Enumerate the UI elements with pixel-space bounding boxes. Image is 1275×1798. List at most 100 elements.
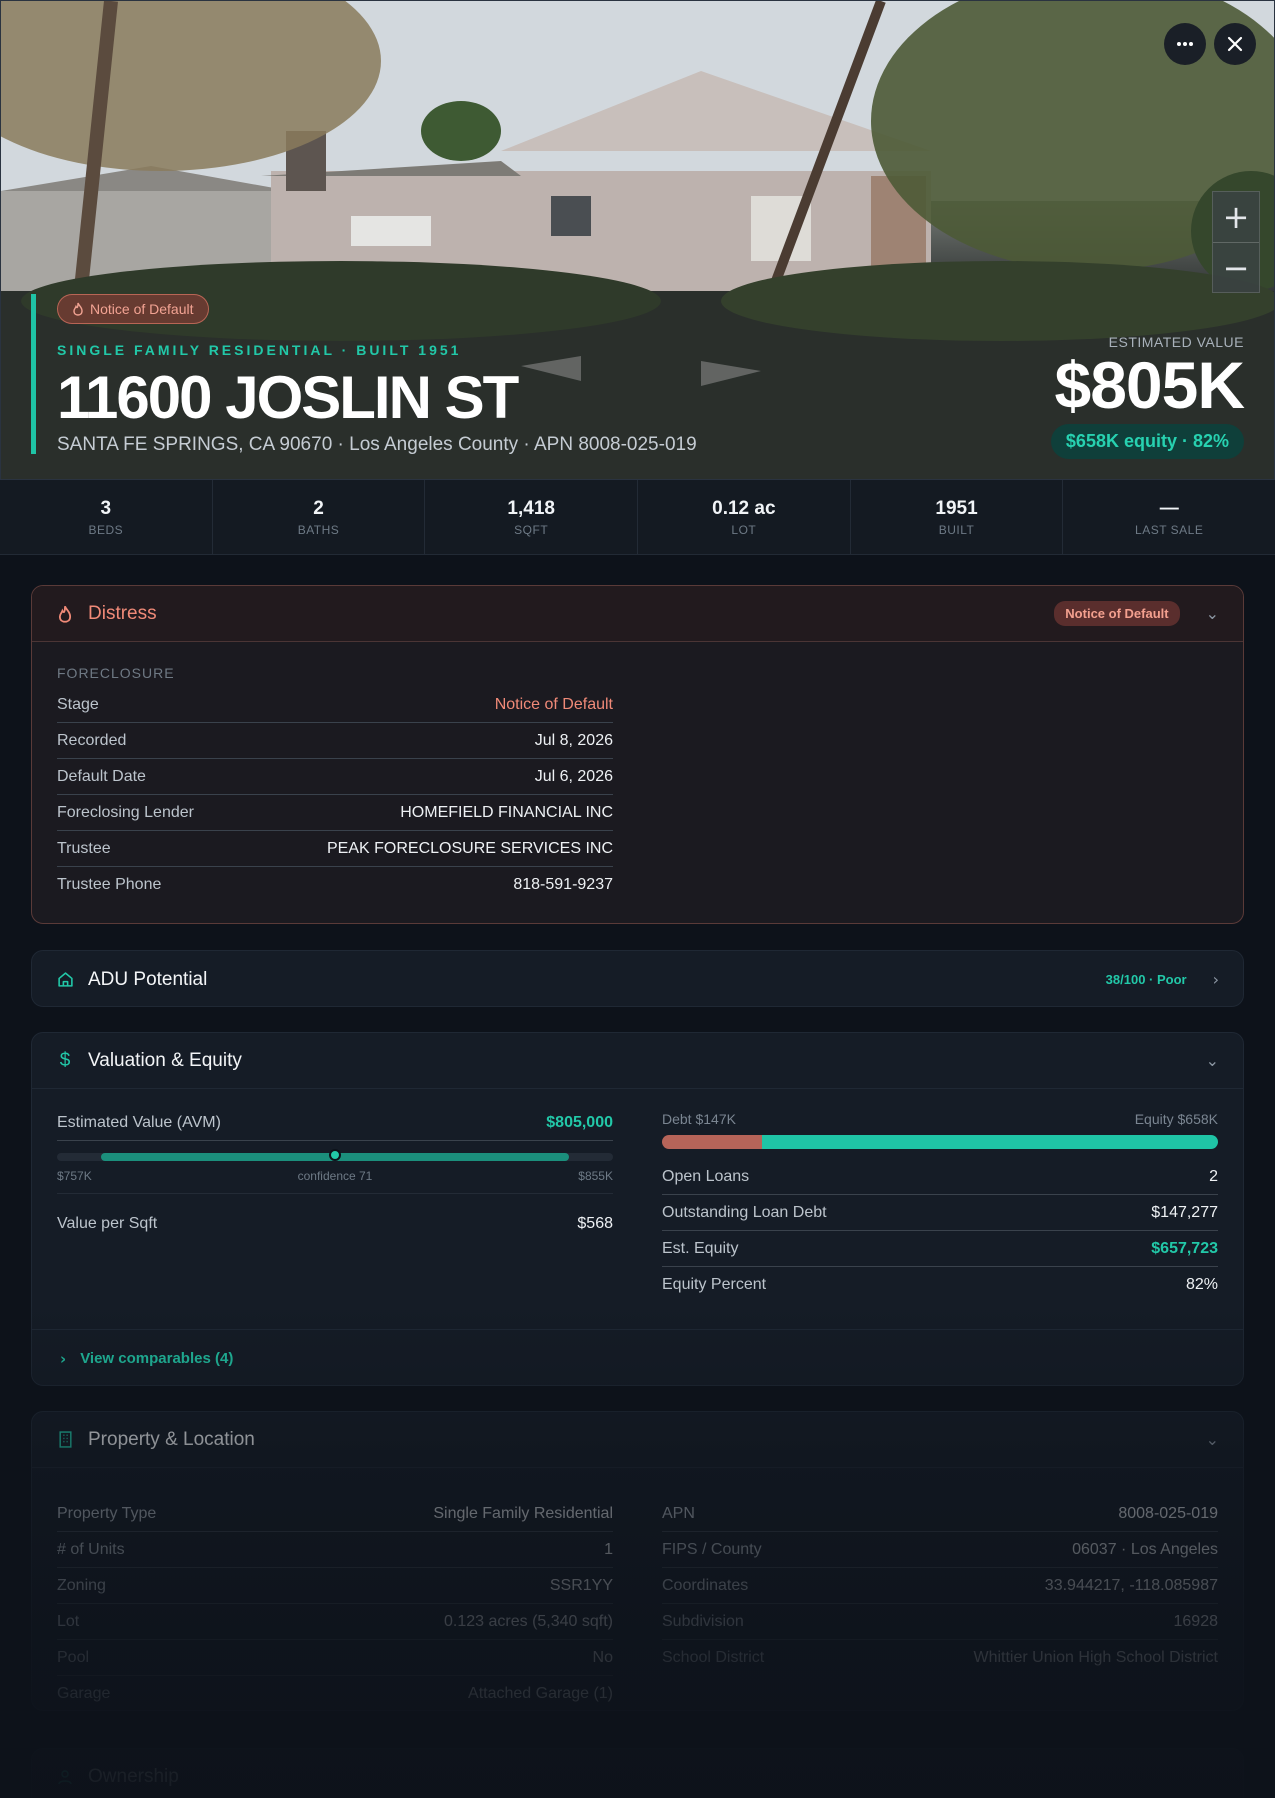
distress-badge: Notice of Default xyxy=(57,294,209,324)
property-heading: Notice of Default SINGLE FAMILY RESIDENT… xyxy=(31,294,697,455)
view-comparables-link[interactable]: › View comparables (4) xyxy=(32,1329,1243,1385)
stat-beds: 3 BEDS xyxy=(0,480,213,554)
stat-value: 1,418 xyxy=(507,498,555,519)
stat-label: LOT xyxy=(731,523,757,537)
detail-row: Stage Notice of Default xyxy=(57,687,613,723)
adu-title: ADU Potential xyxy=(88,968,208,990)
avm-label: Estimated Value (AVM) xyxy=(57,1113,221,1131)
property-row: FIPS / County 06037 · Los Angeles xyxy=(662,1532,1218,1568)
property-row: Lot 0.123 acres (5,340 sqft) xyxy=(57,1604,613,1640)
stat-built: 1951 BUILT xyxy=(851,480,1064,554)
chevron-down-icon[interactable]: ⌄ xyxy=(1206,1430,1219,1449)
stat-label: BEDS xyxy=(88,523,124,537)
stat-value: 0.12 ac xyxy=(712,498,776,519)
stat-label: LAST SALE xyxy=(1135,523,1204,537)
distress-card-header[interactable]: Distress Notice of Default ⌄ xyxy=(32,586,1243,642)
property-value: 33.944217, -118.085987 xyxy=(1044,1576,1218,1594)
property-address: 11600 JOSLIN ST xyxy=(57,364,519,431)
per-sqft-value: $568 xyxy=(577,1215,613,1232)
avm-estimate-marker xyxy=(329,1149,341,1161)
property-key: FIPS / County xyxy=(662,1540,762,1558)
building-icon xyxy=(56,1431,74,1449)
equity-row: Equity Percent 82% xyxy=(662,1267,1218,1303)
stat-value: 1951 xyxy=(935,498,978,519)
property-value: 1 xyxy=(604,1540,613,1558)
confidence-label: confidence 71 xyxy=(297,1169,373,1183)
property-key: Pool xyxy=(57,1648,90,1666)
property-key: Zoning xyxy=(57,1576,106,1594)
detail-value: 818-591-9237 xyxy=(513,876,613,893)
property-row: Subdivision 16928 xyxy=(662,1604,1218,1640)
chevron-right-icon[interactable]: › xyxy=(1213,970,1219,989)
property-row: Pool No xyxy=(57,1640,613,1676)
avm-range-labels: $757K confidence 71 $855K xyxy=(57,1169,613,1183)
valuation-card-header[interactable]: $ Valuation & Equity ⌄ xyxy=(32,1033,1243,1089)
stat-sqft: 1,418 SQFT xyxy=(425,480,639,554)
detail-value: Jul 6, 2026 xyxy=(534,767,613,785)
detail-value: PEAK FORECLOSURE SERVICES INC xyxy=(327,839,613,857)
debt-equity-labels: Debt $147K Equity $658K xyxy=(662,1111,1218,1127)
stat-label: SQFT xyxy=(514,523,549,537)
estimated-value-block: ESTIMATED VALUE $805K $658K equity · 82% xyxy=(1050,334,1245,459)
property-key: Coordinates xyxy=(662,1576,749,1594)
close-icon xyxy=(1227,36,1243,52)
adu-potential-card[interactable]: ADU Potential 38/100 · Poor › xyxy=(31,950,1244,1007)
equity-key: Est. Equity xyxy=(662,1239,739,1257)
property-location: SANTA FE SPRINGS, CA 90670 · Los Angeles… xyxy=(57,434,697,455)
avm-value: $805,000 xyxy=(546,1113,613,1131)
equity-value: $147,277 xyxy=(1151,1203,1218,1221)
equity-segment xyxy=(762,1135,1218,1149)
close-button[interactable] xyxy=(1214,23,1256,65)
distress-card: Distress Notice of Default ⌄ FORECLOSURE… xyxy=(31,585,1244,924)
property-subtitle: SINGLE FAMILY RESIDENTIAL · BUILT 1951 xyxy=(57,342,462,358)
property-left-column: Property Type Single Family Residential #… xyxy=(57,1496,613,1710)
property-value: 16928 xyxy=(1173,1612,1219,1630)
property-value: 8008-025-019 xyxy=(1118,1504,1218,1522)
property-location-card: Property & Location ⌄ Property Type Singl… xyxy=(31,1411,1244,1711)
distress-title: Distress xyxy=(88,602,157,624)
property-value: No xyxy=(592,1648,613,1666)
detail-row: Recorded Jul 8, 2026 xyxy=(57,723,613,759)
detail-key: Recorded xyxy=(57,731,127,749)
property-value: Attached Garage (1) xyxy=(468,1685,613,1702)
adu-card-header[interactable]: ADU Potential 38/100 · Poor › xyxy=(32,951,1243,1006)
stat-value: — xyxy=(1159,498,1179,519)
stat-label: BUILT xyxy=(938,523,975,537)
debt-label: Debt $147K xyxy=(662,1111,736,1127)
dollar-icon: $ xyxy=(59,1049,71,1071)
ownership-card-header[interactable]: Ownership xyxy=(32,1749,1243,1798)
stat-value: 3 xyxy=(100,498,112,519)
property-value: Single Family Residential xyxy=(433,1504,613,1522)
property-row: Property Type Single Family Residential xyxy=(57,1496,613,1532)
property-title: Property & Location xyxy=(88,1428,255,1450)
valuation-title: Valuation & Equity xyxy=(88,1049,242,1071)
property-key: Garage xyxy=(57,1685,111,1702)
property-card-header[interactable]: Property & Location ⌄ xyxy=(32,1412,1243,1468)
ownership-card[interactable]: Ownership xyxy=(31,1748,1244,1798)
range-low: $757K xyxy=(57,1169,92,1183)
stat-value: 2 xyxy=(313,498,324,519)
distress-badge-label: Notice of Default xyxy=(90,301,194,317)
avm-confidence-range xyxy=(57,1149,613,1161)
equity-row: Outstanding Loan Debt $147,277 xyxy=(662,1195,1218,1231)
zoom-in-button[interactable]: + xyxy=(1213,192,1259,242)
range-high: $855K xyxy=(578,1169,613,1183)
equity-key: Equity Percent xyxy=(662,1276,767,1293)
chevron-down-icon[interactable]: ⌄ xyxy=(1206,1051,1219,1070)
chevron-down-icon[interactable]: ⌄ xyxy=(1206,604,1219,623)
stat-label: BATHS xyxy=(297,523,340,537)
map-zoom-control: + − xyxy=(1212,191,1260,293)
property-value: SSR1YY xyxy=(549,1576,613,1594)
zoom-out-button[interactable]: − xyxy=(1213,242,1259,292)
flame-icon xyxy=(73,302,83,316)
equity-value: 2 xyxy=(1209,1167,1218,1185)
detail-row: Foreclosing Lender HOMEFIELD FINANCIAL IN… xyxy=(57,795,613,831)
more-options-button[interactable] xyxy=(1164,23,1206,65)
equity-key: Open Loans xyxy=(662,1167,750,1185)
per-sqft-label: Value per Sqft xyxy=(57,1215,158,1232)
foreclosure-section-label: FORECLOSURE xyxy=(57,665,175,681)
ownership-title: Ownership xyxy=(88,1766,179,1787)
foreclosure-details: FORECLOSURE Stage Notice of Default Recor… xyxy=(57,643,613,903)
equity-value: $657,723 xyxy=(1151,1239,1218,1257)
property-stats: 3 BEDS 2 BATHS 1,418 SQFT 0.12 ac LOT 1951 BU… xyxy=(0,480,1275,555)
